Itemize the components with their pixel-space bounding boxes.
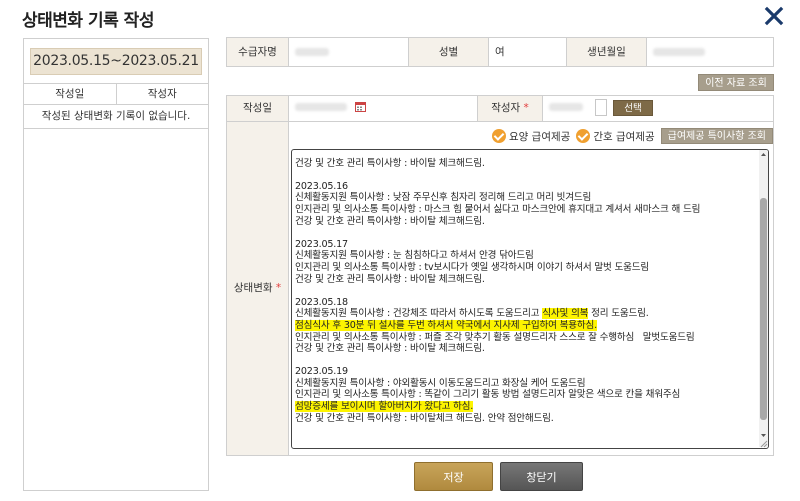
textarea-line: 2023.05.19: [295, 366, 348, 378]
col-header-author: 작성자: [147, 88, 177, 100]
textarea-line: 신체활동지원 특이사항 : 건강체조 따라서 하시도록 도움드리고 식사및 의복…: [295, 308, 649, 320]
care-provision-label: 요양 급여제공: [509, 130, 571, 143]
textarea-line: 건강 및 간호 관리 특이사항 : 바이탈체크 해드림. 안약 점안해드림.: [295, 412, 554, 424]
close-window-button[interactable]: 창닫기: [500, 462, 583, 491]
textarea-line: 건강 및 간호 관리 특이사항 : 바이탈 체크해드림.: [295, 343, 485, 355]
textarea-line: [295, 169, 757, 181]
birth-date-label: 생년월일: [567, 38, 647, 66]
textarea-line: 건강 및 간호 관리 특이사항 : 바이탈 체크해드림.: [295, 157, 485, 169]
week-range-label: 2023.05.15~2023.05.21: [30, 48, 202, 75]
close-icon[interactable]: [762, 4, 786, 28]
scroll-thumb[interactable]: [760, 198, 767, 420]
recipient-info-table: 수급자명 성별 여 생년월일: [226, 37, 774, 67]
textarea-scrollbar[interactable]: [759, 150, 768, 447]
author-label-text: 작성자: [491, 102, 521, 114]
checkbox-checked-icon: [576, 129, 591, 143]
save-button[interactable]: 저장: [414, 462, 493, 491]
author-required-mark: *: [523, 102, 529, 114]
status-change-label-text: 상태변화: [233, 282, 273, 294]
dialog-title: 상태변화 기록 작성: [22, 11, 154, 31]
textarea-line: 인지관리 및 의사소통 특이사항 : tv보시다가 옛일 생각하시며 이야기 하…: [295, 261, 649, 273]
dialog-titlebar: 상태변화 기록 작성: [0, 0, 800, 34]
nursing-provision-label: 간호 급여제공: [593, 130, 655, 143]
textarea-line: 신체활동지원 특이사항 : 낮잠 주무신후 침자리 정리해 드리고 머리 빗겨드…: [295, 192, 592, 204]
textarea-line: [295, 227, 757, 239]
special-notes-lookup-button[interactable]: 급여제공 특이사항 조회: [660, 128, 773, 144]
calendar-icon[interactable]: [355, 101, 366, 112]
status-change-textarea[interactable]: 건강 및 간호 관리 특이사항 : 바이탈 체크해드림. 2023.05.16 신체…: [291, 149, 769, 449]
scroll-down-icon[interactable]: [760, 432, 767, 439]
textarea-line: 신체활동지원 특이사항 : 야외활동시 이동도움드리고 화장실 케어 도움드림: [295, 377, 586, 389]
empty-list-message: 작성된 상태변화 기록이 없습니다.: [24, 105, 208, 129]
textarea-line: 인지관리 및 의사소통 특이사항 : 똑같이 그리기 활동 방법 설명드리자 알…: [295, 389, 681, 401]
author-label: 작성자 *: [477, 96, 543, 121]
col-header-date: 작성일: [24, 84, 117, 104]
highlighted-text: 식사및 의복: [542, 308, 589, 320]
textarea-line: 건강 및 간호 관리 특이사항 : 바이탈 체크해드림.: [295, 215, 485, 227]
textarea-line: [295, 150, 757, 158]
textarea-line: 섬망증세를 보이시며 할아버지가 왔다고 하심.: [295, 401, 757, 413]
textarea-line: 건강 및 간호 관리 특이사항 : 바이탈 체크해드림.: [295, 273, 485, 285]
select-author-button[interactable]: 선택: [613, 100, 653, 116]
textarea-line: 신체활동지원 특이사항 : 눈 침침하다고 하셔서 안경 닦아드림: [295, 250, 534, 262]
record-list-panel: 2023.05.15~2023.05.21 작성일 작성자 작성된 상태변화 기…: [23, 38, 209, 491]
recipient-name-value: [289, 38, 409, 66]
gender-value: 여: [489, 38, 567, 66]
textarea-line: 2023.05.18: [295, 296, 348, 308]
previous-records-button[interactable]: 이전 자료 조회: [698, 74, 774, 91]
textarea-line: 2023.05.17: [295, 238, 348, 250]
record-list-header: 작성일 작성자: [24, 83, 208, 105]
recipient-name-label: 수급자명: [227, 38, 289, 66]
textarea-line: 인지관리 및 의사소통 특이사항 : 퍼즐 조각 맞추기 활동 설명드리자 스스…: [295, 331, 695, 343]
write-date-label-text: 작성일: [243, 102, 272, 114]
care-provision-checkbox[interactable]: 요양 급여제공: [492, 129, 570, 144]
gender-label: 성별: [409, 38, 489, 66]
birth-date-value: [647, 38, 773, 66]
scroll-up-icon[interactable]: [760, 151, 767, 158]
resize-grip-icon[interactable]: [760, 440, 768, 448]
textarea-line: 점심식사 후 30분 뒤 설사를 두번 하셔서 약국에서 지사제 구입하여 복용…: [295, 319, 757, 332]
highlighted-text: 점심식사 후 30분 뒤 설사를 두번 하셔서 약국에서 지사제 구입하여 복용…: [295, 319, 597, 331]
write-date-label: 작성일: [227, 96, 289, 121]
record-form: 작성일 작성자 * 선택 상태변화 * 요양 급여제공 간호 급여제공 급여제공…: [226, 95, 774, 456]
author-input[interactable]: [595, 99, 607, 116]
textarea-line: [295, 355, 757, 367]
provision-checkboxes: 요양 급여제공 간호 급여제공 급여제공 특이사항 조회: [492, 127, 773, 145]
textarea-content: 건강 및 간호 관리 특이사항 : 바이탈 체크해드림. 2023.05.16 신체…: [295, 150, 757, 424]
textarea-line: 인지관리 및 의사소통 특이사항 : 마스크 힘 뭍어서 싫다고 마스크안에 휴…: [295, 203, 701, 215]
textarea-line: [295, 285, 757, 297]
highlighted-text: 섬망증세를 보이시며 할아버지가 왔다고 하심.: [295, 401, 474, 413]
status-required-mark: *: [275, 282, 282, 294]
status-change-label: 상태변화 *: [227, 122, 289, 455]
checkbox-checked-icon: [492, 129, 506, 143]
textarea-line: 2023.05.16: [295, 180, 348, 192]
nursing-provision-checkbox[interactable]: 간호 급여제공: [576, 129, 655, 144]
